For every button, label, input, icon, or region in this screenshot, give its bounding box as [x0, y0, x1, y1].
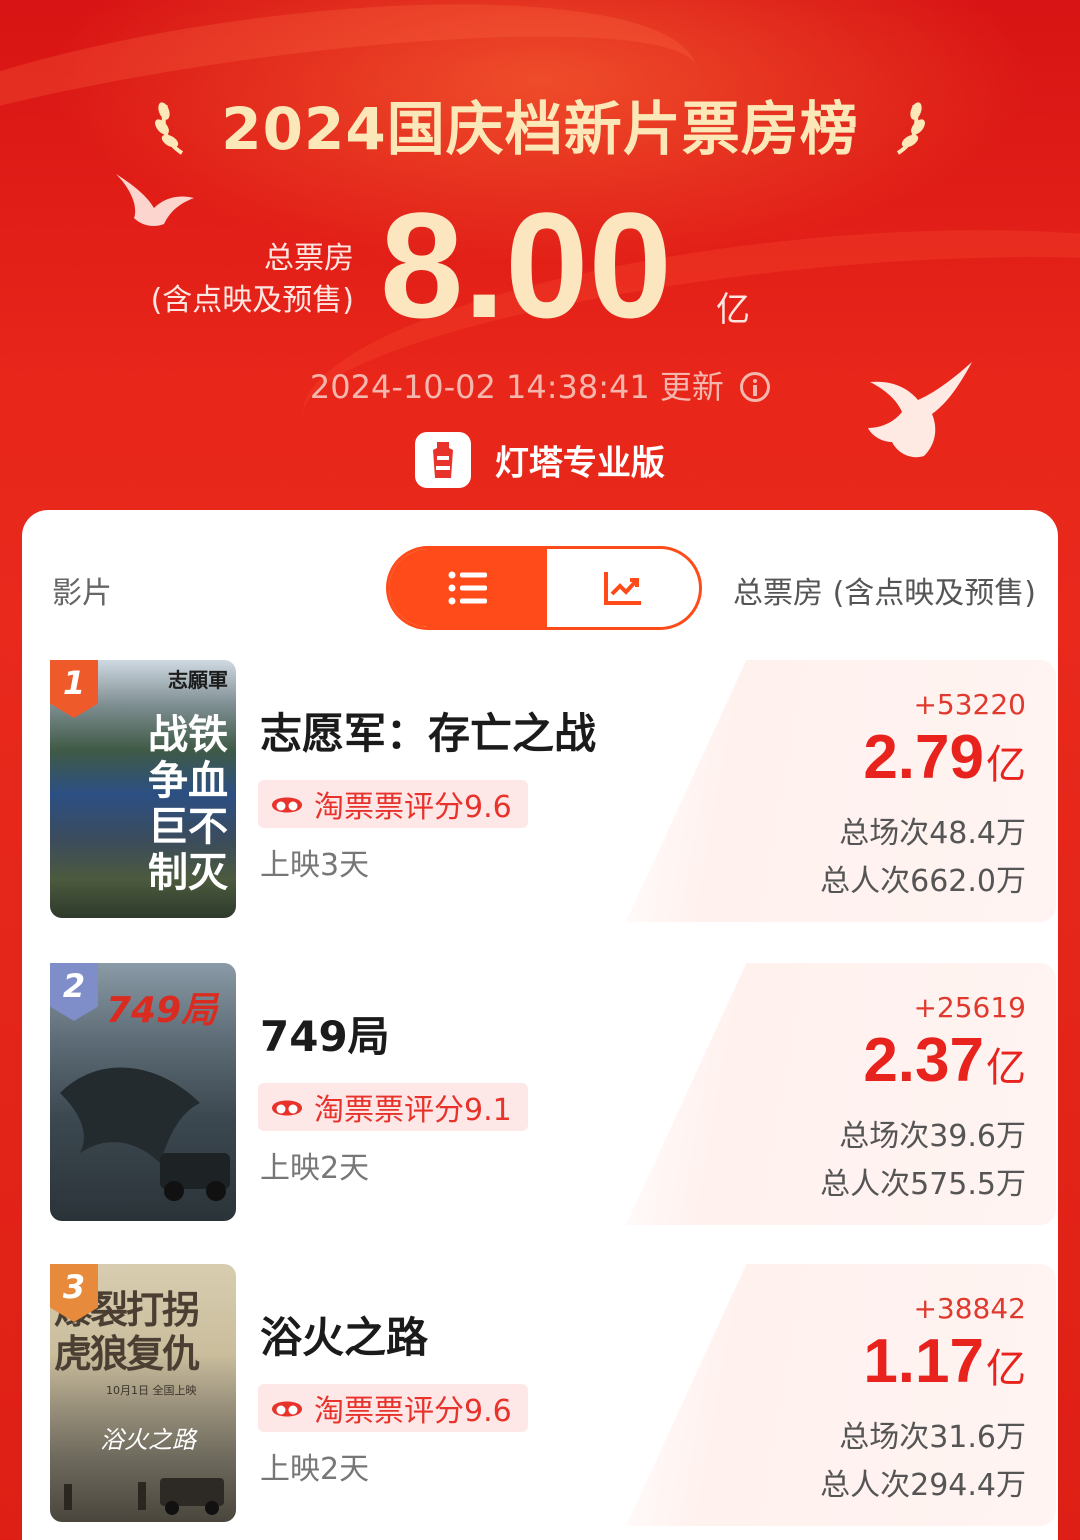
- brand-name: 灯塔专业版: [494, 443, 665, 484]
- creature-illustration: [60, 1067, 230, 1201]
- film-title[interactable]: 志愿军：存亡之战: [260, 700, 596, 761]
- total-unit: 亿: [716, 290, 750, 330]
- total-label-line1: 总票房: [264, 241, 354, 276]
- gross-unit: 亿: [986, 1046, 1026, 1090]
- total-box-office: 总票房 (含点映及预售) 8.00 亿: [0, 190, 1080, 340]
- ranking-card: 影片 总票房 (含点映及预售) 志願軍 战铁 争血 巨不 制灭 1 志愿军：存亡…: [22, 510, 1058, 1540]
- poster-text: 浴火之路: [100, 1426, 196, 1454]
- rating-text: 淘票票评分9.6: [314, 1394, 512, 1429]
- update-time: 2024-10-02 14:38:41 更新: [0, 362, 1080, 408]
- poster-text: 巨不: [148, 803, 228, 850]
- release-days: 上映3天: [260, 848, 370, 883]
- realtime-increment: +53220: [913, 688, 1026, 721]
- poster-text: 战铁: [148, 711, 228, 758]
- gross-unit: 亿: [986, 1347, 1026, 1391]
- total-label: 总票房 (含点映及预售): [151, 238, 354, 322]
- taopiao-glasses-icon: [272, 1100, 302, 1116]
- trend-chart-icon: [604, 572, 641, 605]
- gross-value: 2.37亿: [863, 1025, 1026, 1096]
- update-time-value: 2024-10-02 14:38:41: [309, 368, 650, 406]
- total-label-line2: (含点映及预售): [150, 283, 354, 318]
- total-screenings: 总场次48.4万: [839, 816, 1026, 851]
- list-view-button[interactable]: [389, 549, 547, 627]
- poster-text: 志願軍: [168, 668, 228, 692]
- rating-text: 淘票票评分9.6: [314, 790, 512, 825]
- brand: 灯塔专业版: [0, 432, 1080, 488]
- update-suffix: 更新: [659, 368, 724, 406]
- header: 2024国庆档新片票房榜 总票房 (含点映及预售) 8.00 亿 2024-10…: [0, 0, 1080, 510]
- rating-badge: 淘票票评分9.1: [258, 1083, 528, 1131]
- poster-text: 749局: [106, 990, 218, 1031]
- total-admissions: 总人次575.5万: [820, 1167, 1026, 1202]
- gross-number: 1.17: [863, 1327, 984, 1396]
- release-days: 上映2天: [260, 1452, 370, 1487]
- total-screenings: 总场次31.6万: [839, 1420, 1026, 1455]
- total-admissions: 总人次662.0万: [820, 864, 1026, 899]
- realtime-increment: +25619: [913, 991, 1026, 1024]
- gross-number: 2.37: [863, 1026, 984, 1095]
- total-admissions: 总人次294.4万: [820, 1468, 1026, 1503]
- gross-unit: 亿: [986, 743, 1026, 787]
- release-days: 上映2天: [260, 1151, 370, 1186]
- gross-number: 2.79: [863, 723, 984, 792]
- page-title: 2024国庆档新片票房榜: [0, 82, 1080, 166]
- gross-value: 2.79亿: [863, 722, 1026, 793]
- laurel-left-icon: [155, 102, 184, 155]
- rating-badge: 淘票票评分9.6: [258, 780, 528, 828]
- film-row[interactable]: 爆裂打拐 虎狼复仇 10月1日 全国上映 浴火之路 3 浴火之路 淘票票评分9.…: [50, 1264, 1056, 1526]
- total-value: 8.00: [380, 181, 672, 349]
- total-column-header: 总票房 (含点映及预售): [733, 576, 1036, 611]
- film-row[interactable]: 志願軍 战铁 争血 巨不 制灭 1 志愿军：存亡之战 淘票票评分9.6 上映3天…: [50, 660, 1056, 922]
- realtime-increment: +38842: [913, 1292, 1026, 1325]
- rating-badge: 淘票票评分9.6: [258, 1384, 528, 1432]
- list-icon: [448, 571, 487, 605]
- lighthouse-logo-icon: [415, 432, 472, 488]
- film-title[interactable]: 749局: [260, 1003, 390, 1064]
- poster-text: 争血: [148, 757, 228, 804]
- film-column-header: 影片: [52, 576, 112, 611]
- rating-text: 淘票票评分9.1: [314, 1093, 512, 1128]
- title-text: 2024国庆档新片票房榜: [221, 95, 859, 163]
- info-icon[interactable]: [740, 372, 771, 402]
- film-title[interactable]: 浴火之路: [260, 1304, 428, 1365]
- poster-text: 虎狼复仇: [54, 1331, 200, 1376]
- total-screenings: 总场次39.6万: [839, 1119, 1026, 1154]
- taopiao-glasses-icon: [272, 797, 302, 813]
- laurel-right-icon: [896, 102, 925, 155]
- gross-value: 1.17亿: [863, 1326, 1026, 1397]
- trend-view-button[interactable]: [544, 549, 699, 627]
- poster-text: 制灭: [148, 849, 228, 896]
- poster-text: 10月1日 全国上映: [106, 1384, 197, 1397]
- film-row[interactable]: 749局 2 749局 淘票票评分9.1 上映2天 +25619 2.37亿 总…: [50, 963, 1056, 1225]
- taopiao-glasses-icon: [272, 1401, 302, 1417]
- view-toggle[interactable]: [386, 546, 702, 630]
- poster-vehicle-illustration: [64, 1478, 224, 1515]
